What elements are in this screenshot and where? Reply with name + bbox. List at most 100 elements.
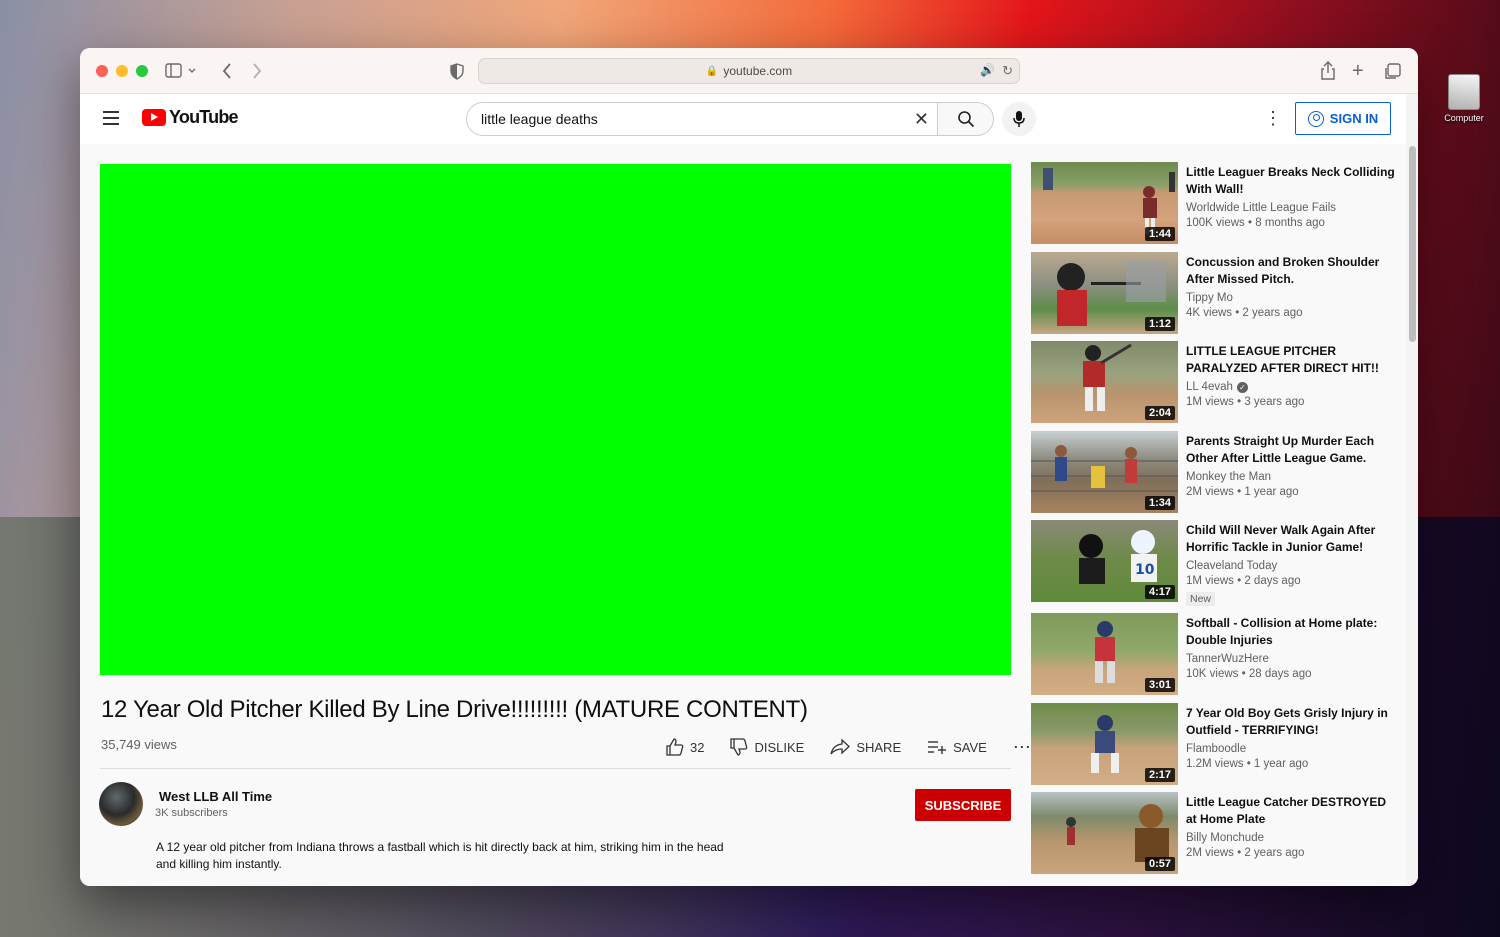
video-duration: 0:57 bbox=[1144, 857, 1175, 871]
channel-label: TannerWuzHere bbox=[1186, 653, 1269, 665]
more-actions-icon[interactable]: ⋯ bbox=[1013, 738, 1031, 756]
desktop-icon-label: Computer bbox=[1444, 113, 1484, 123]
channel-label: Billy Monchude bbox=[1186, 832, 1264, 844]
new-tab-icon[interactable]: + bbox=[1352, 60, 1364, 82]
subscribe-button[interactable]: SUBSCRIBE bbox=[915, 789, 1011, 821]
address-bar-url: youtube.com bbox=[723, 64, 793, 78]
related-video-title[interactable]: 7 Year Old Boy Gets Grisly Injury in Out… bbox=[1186, 705, 1396, 739]
related-video-channel[interactable]: Monkey the Man bbox=[1186, 471, 1271, 483]
related-video[interactable]: 3:01 Softball - Collision at Home plate:… bbox=[1031, 613, 1401, 703]
svg-text:10: 10 bbox=[1135, 562, 1155, 578]
youtube-logo[interactable]: YouTube bbox=[142, 107, 239, 128]
channel-label: Flamboodle bbox=[1186, 742, 1247, 755]
related-video-meta: 2M views • 2 years ago bbox=[1186, 847, 1305, 859]
settings-more-icon[interactable]: ⋮ bbox=[1264, 108, 1282, 128]
related-video-channel[interactable]: Billy Monchude bbox=[1186, 832, 1264, 844]
save-button[interactable]: SAVE bbox=[927, 739, 987, 755]
add-to-playlist-icon bbox=[928, 741, 947, 754]
related-video-channel[interactable]: Worldwide Little League Fails bbox=[1186, 202, 1336, 214]
related-video-title[interactable]: Concussion and Broken Shoulder After Mis… bbox=[1186, 254, 1396, 288]
user-icon bbox=[1307, 110, 1324, 127]
related-video-channel[interactable]: LL 4evah ✓ bbox=[1186, 381, 1248, 393]
maximize-window-button[interactable] bbox=[136, 65, 148, 77]
video-duration: 4:17 bbox=[1144, 585, 1175, 599]
related-video-meta: 100K views • 8 months ago bbox=[1186, 217, 1325, 229]
channel-name[interactable]: West LLB All Time bbox=[159, 789, 272, 804]
related-video[interactable]: 2:04 LITTLE LEAGUE PITCHER PARALYZED AFT… bbox=[1031, 341, 1401, 431]
reload-icon[interactable]: ↻ bbox=[1002, 63, 1013, 79]
video-thumbnail[interactable]: 2:17 bbox=[1031, 702, 1178, 785]
youtube-header: YouTube little league deaths ✕ ⋮ SIGN IN bbox=[80, 94, 1418, 144]
related-video[interactable]: 1:34 Parents Straight Up Murder Each Oth… bbox=[1031, 430, 1401, 521]
video-duration: 2:17 bbox=[1144, 767, 1175, 782]
video-thumbnail[interactable]: 3:01 bbox=[1031, 613, 1178, 695]
channel-label: Worldwide Little League Fails bbox=[1186, 202, 1337, 214]
related-video-channel[interactable]: Flamboodle bbox=[1186, 743, 1246, 755]
related-video-meta: 4K views • 2 years ago bbox=[1186, 306, 1303, 319]
close-window-button[interactable] bbox=[96, 65, 108, 77]
desktop-computer-icon[interactable]: Computer bbox=[1440, 74, 1488, 123]
like-button[interactable]: 32 bbox=[666, 738, 704, 756]
channel-label: Tippy Mo bbox=[1186, 291, 1233, 304]
audio-playing-icon[interactable]: 🔊 bbox=[980, 63, 995, 77]
scrollbar-thumb[interactable] bbox=[1409, 146, 1416, 342]
related-video-title[interactable]: LITTLE LEAGUE PITCHER PARALYZED AFTER DI… bbox=[1186, 343, 1396, 377]
video-views: 35,749 views bbox=[101, 737, 177, 752]
menu-icon[interactable] bbox=[103, 111, 119, 129]
related-video-meta: 1M views • 2 days ago bbox=[1186, 575, 1301, 587]
tab-overview-icon[interactable] bbox=[1384, 60, 1402, 89]
video-thumbnail[interactable]: 1:44 bbox=[1031, 162, 1178, 244]
related-video[interactable]: 1:12 Concussion and Broken Shoulder Afte… bbox=[1031, 251, 1401, 342]
video-thumbnail[interactable]: 10 4:17 bbox=[1031, 520, 1178, 602]
video-duration: 1:34 bbox=[1144, 495, 1175, 510]
related-video-title[interactable]: Little Leaguer Breaks Neck Colliding Wit… bbox=[1186, 164, 1396, 198]
video-duration: 2:04 bbox=[1144, 406, 1175, 420]
sidebar-toggle-icon[interactable] bbox=[165, 60, 197, 89]
related-video[interactable]: 0:57 Little League Catcher DESTROYED at … bbox=[1031, 792, 1401, 882]
back-arrow-icon[interactable] bbox=[220, 60, 234, 89]
video-thumbnail[interactable]: 2:04 bbox=[1031, 341, 1178, 423]
voice-search-button[interactable] bbox=[1002, 102, 1036, 136]
related-video-title[interactable]: Softball - Collision at Home plate: Doub… bbox=[1186, 615, 1396, 649]
share-icon[interactable] bbox=[1320, 60, 1336, 89]
related-video-channel[interactable]: Tippy Mo bbox=[1186, 292, 1233, 304]
forward-arrow-icon[interactable] bbox=[250, 60, 264, 89]
verified-check-icon: ✓ bbox=[1236, 381, 1248, 393]
search-button[interactable] bbox=[938, 102, 994, 136]
video-description: A 12 year old pitcher from Indiana throw… bbox=[156, 840, 724, 871]
related-video-channel[interactable]: TannerWuzHere bbox=[1186, 653, 1269, 665]
page-scrollbar[interactable] bbox=[1406, 94, 1418, 886]
window-controls bbox=[96, 65, 148, 77]
share-button[interactable]: SHARE bbox=[830, 738, 901, 756]
channel-avatar[interactable] bbox=[99, 782, 143, 826]
related-video[interactable]: 1:44 Little Leaguer Breaks Neck Collidin… bbox=[1031, 162, 1401, 252]
minimize-window-button[interactable] bbox=[116, 65, 128, 77]
related-video-meta: 1.2M views • 1 year ago bbox=[1186, 757, 1309, 770]
youtube-play-icon bbox=[142, 109, 166, 126]
video-player[interactable] bbox=[100, 164, 1011, 675]
privacy-shield-icon[interactable] bbox=[450, 60, 464, 89]
video-title: 12 Year Old Pitcher Killed By Line Drive… bbox=[101, 696, 808, 723]
video-actions: 32 DISLIKE SHARE SAVE ⋯ bbox=[666, 738, 1057, 756]
video-thumbnail[interactable]: 1:34 bbox=[1031, 430, 1178, 513]
save-label: SAVE bbox=[953, 739, 987, 755]
related-video-title[interactable]: Child Will Never Walk Again After Horrif… bbox=[1186, 522, 1396, 556]
search-input[interactable]: little league deaths ✕ bbox=[466, 102, 938, 136]
address-bar[interactable]: 🔒 youtube.com 🔊 ↻ bbox=[478, 58, 1020, 84]
related-video-title[interactable]: Parents Straight Up Murder Each Other Af… bbox=[1186, 433, 1396, 467]
related-video-title[interactable]: Little League Catcher DESTROYED at Home … bbox=[1186, 794, 1396, 828]
sign-in-button[interactable]: SIGN IN bbox=[1295, 102, 1391, 135]
related-video-meta: 2M views • 1 year ago bbox=[1186, 485, 1299, 498]
youtube-logo-text: YouTube bbox=[169, 107, 239, 127]
dislike-button[interactable]: DISLIKE bbox=[730, 738, 804, 756]
clear-search-icon[interactable]: ✕ bbox=[914, 103, 929, 135]
related-video[interactable]: 10 4:17 Child Will Never Walk Again Afte… bbox=[1031, 520, 1401, 613]
video-thumbnail[interactable]: 0:57 bbox=[1031, 792, 1178, 874]
new-badge: New bbox=[1186, 592, 1216, 606]
hard-drive-icon bbox=[1448, 74, 1480, 110]
video-duration: 3:01 bbox=[1144, 678, 1175, 692]
video-thumbnail[interactable]: 1:12 bbox=[1031, 251, 1178, 334]
related-videos: 1:44 Little Leaguer Breaks Neck Collidin… bbox=[1031, 162, 1401, 882]
related-video-channel[interactable]: Cleaveland Today bbox=[1186, 560, 1277, 572]
related-video[interactable]: 2:17 7 Year Old Boy Gets Grisly Injury i… bbox=[1031, 702, 1401, 793]
